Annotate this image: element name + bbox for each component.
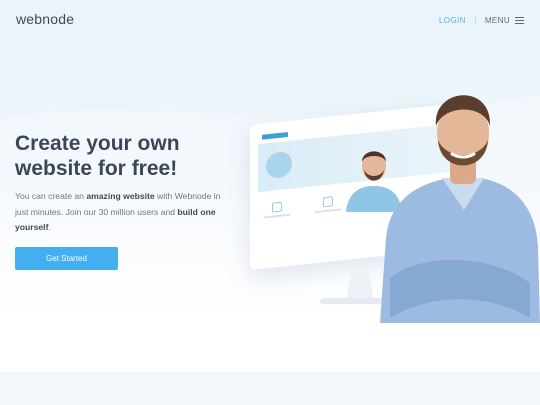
login-link[interactable]: LOGIN [439, 16, 466, 25]
dental-service-icon [272, 201, 282, 213]
bottom-section [0, 372, 540, 405]
dental-service-icon [323, 196, 334, 208]
lead-text-3: . [48, 222, 51, 232]
lead-text-1: You can create an [15, 191, 87, 201]
menu-label: MENU [484, 15, 510, 25]
get-started-button[interactable]: Get Started [15, 247, 118, 270]
feature-item [262, 201, 292, 219]
nav-divider [474, 15, 476, 25]
smiling-man-photo [380, 95, 540, 323]
hero-title: Create your own website for free! [15, 132, 180, 180]
preview-logo [262, 131, 288, 140]
feature-item [313, 195, 343, 214]
hamburger-menu-icon [515, 16, 524, 24]
lead-bold-1: amazing website [86, 191, 155, 201]
top-nav: LOGIN MENU [439, 15, 524, 25]
hero-description: You can create an amazing website with W… [15, 189, 235, 236]
menu-button[interactable]: MENU [485, 16, 524, 25]
logo[interactable]: webnode [16, 11, 74, 27]
